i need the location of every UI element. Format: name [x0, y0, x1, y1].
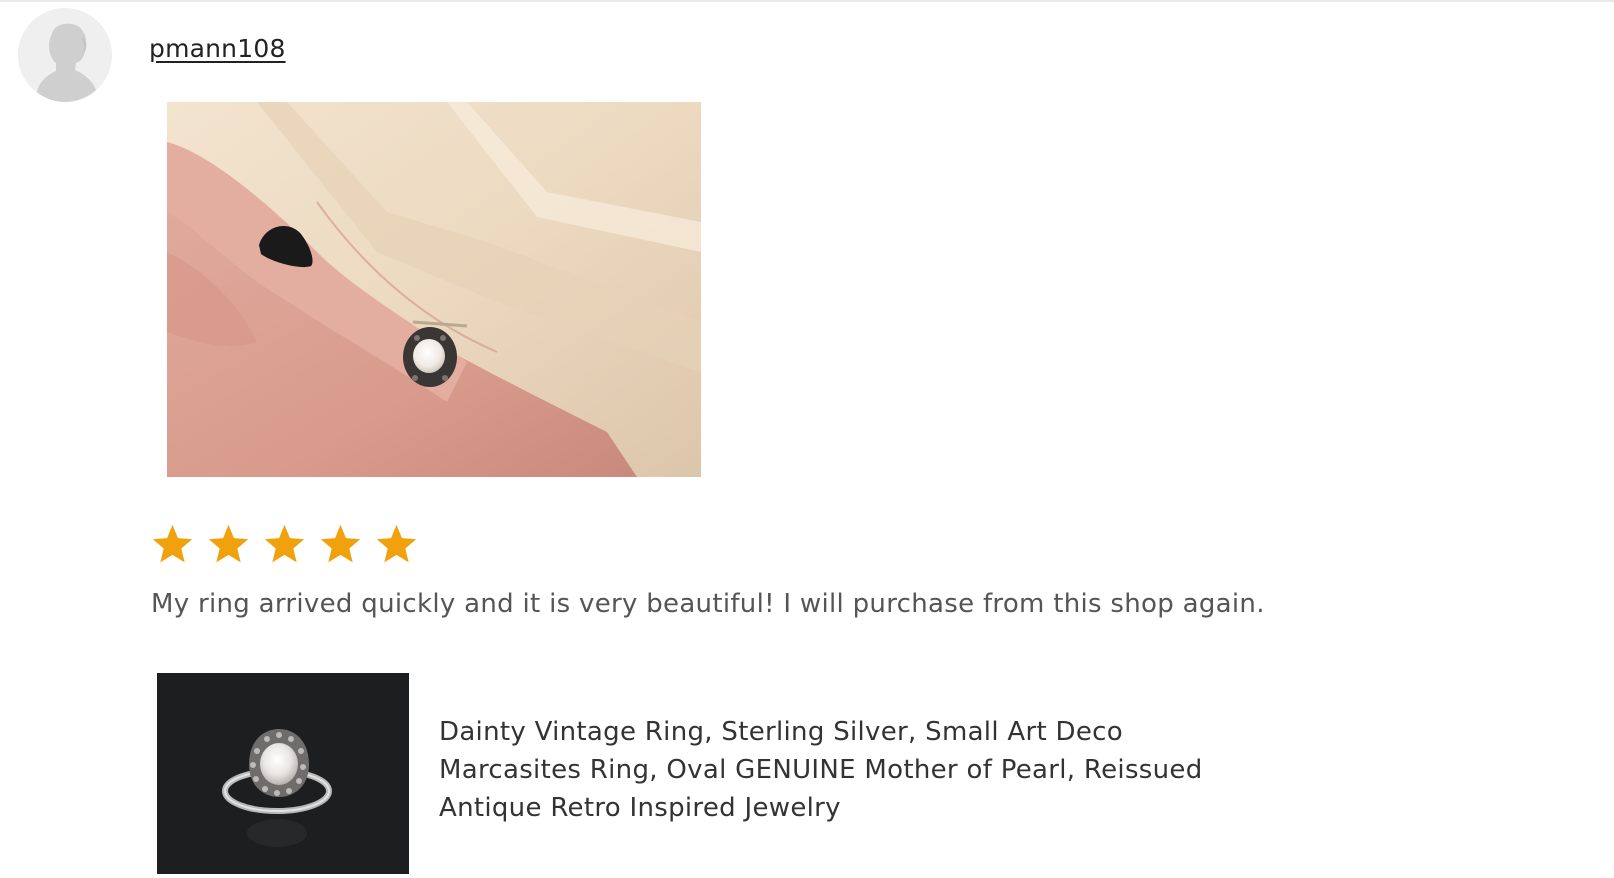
user-avatar[interactable] [18, 8, 112, 102]
star-icon [320, 524, 361, 562]
product-thumbnail[interactable] [157, 673, 409, 874]
default-user-silhouette-icon [18, 8, 112, 102]
review-photo[interactable] [167, 102, 701, 477]
top-divider [0, 0, 1614, 2]
star-icon [208, 524, 249, 562]
star-icon [152, 524, 193, 562]
reviewer-username-link[interactable]: pmann108 [149, 34, 286, 63]
product-title-link[interactable]: Dainty Vintage Ring, Sterling Silver, Sm… [439, 713, 1239, 827]
review-text: My ring arrived quickly and it is very b… [151, 589, 1265, 619]
star-icon [376, 524, 417, 562]
rating-stars [150, 516, 419, 572]
star-icon [264, 524, 305, 562]
